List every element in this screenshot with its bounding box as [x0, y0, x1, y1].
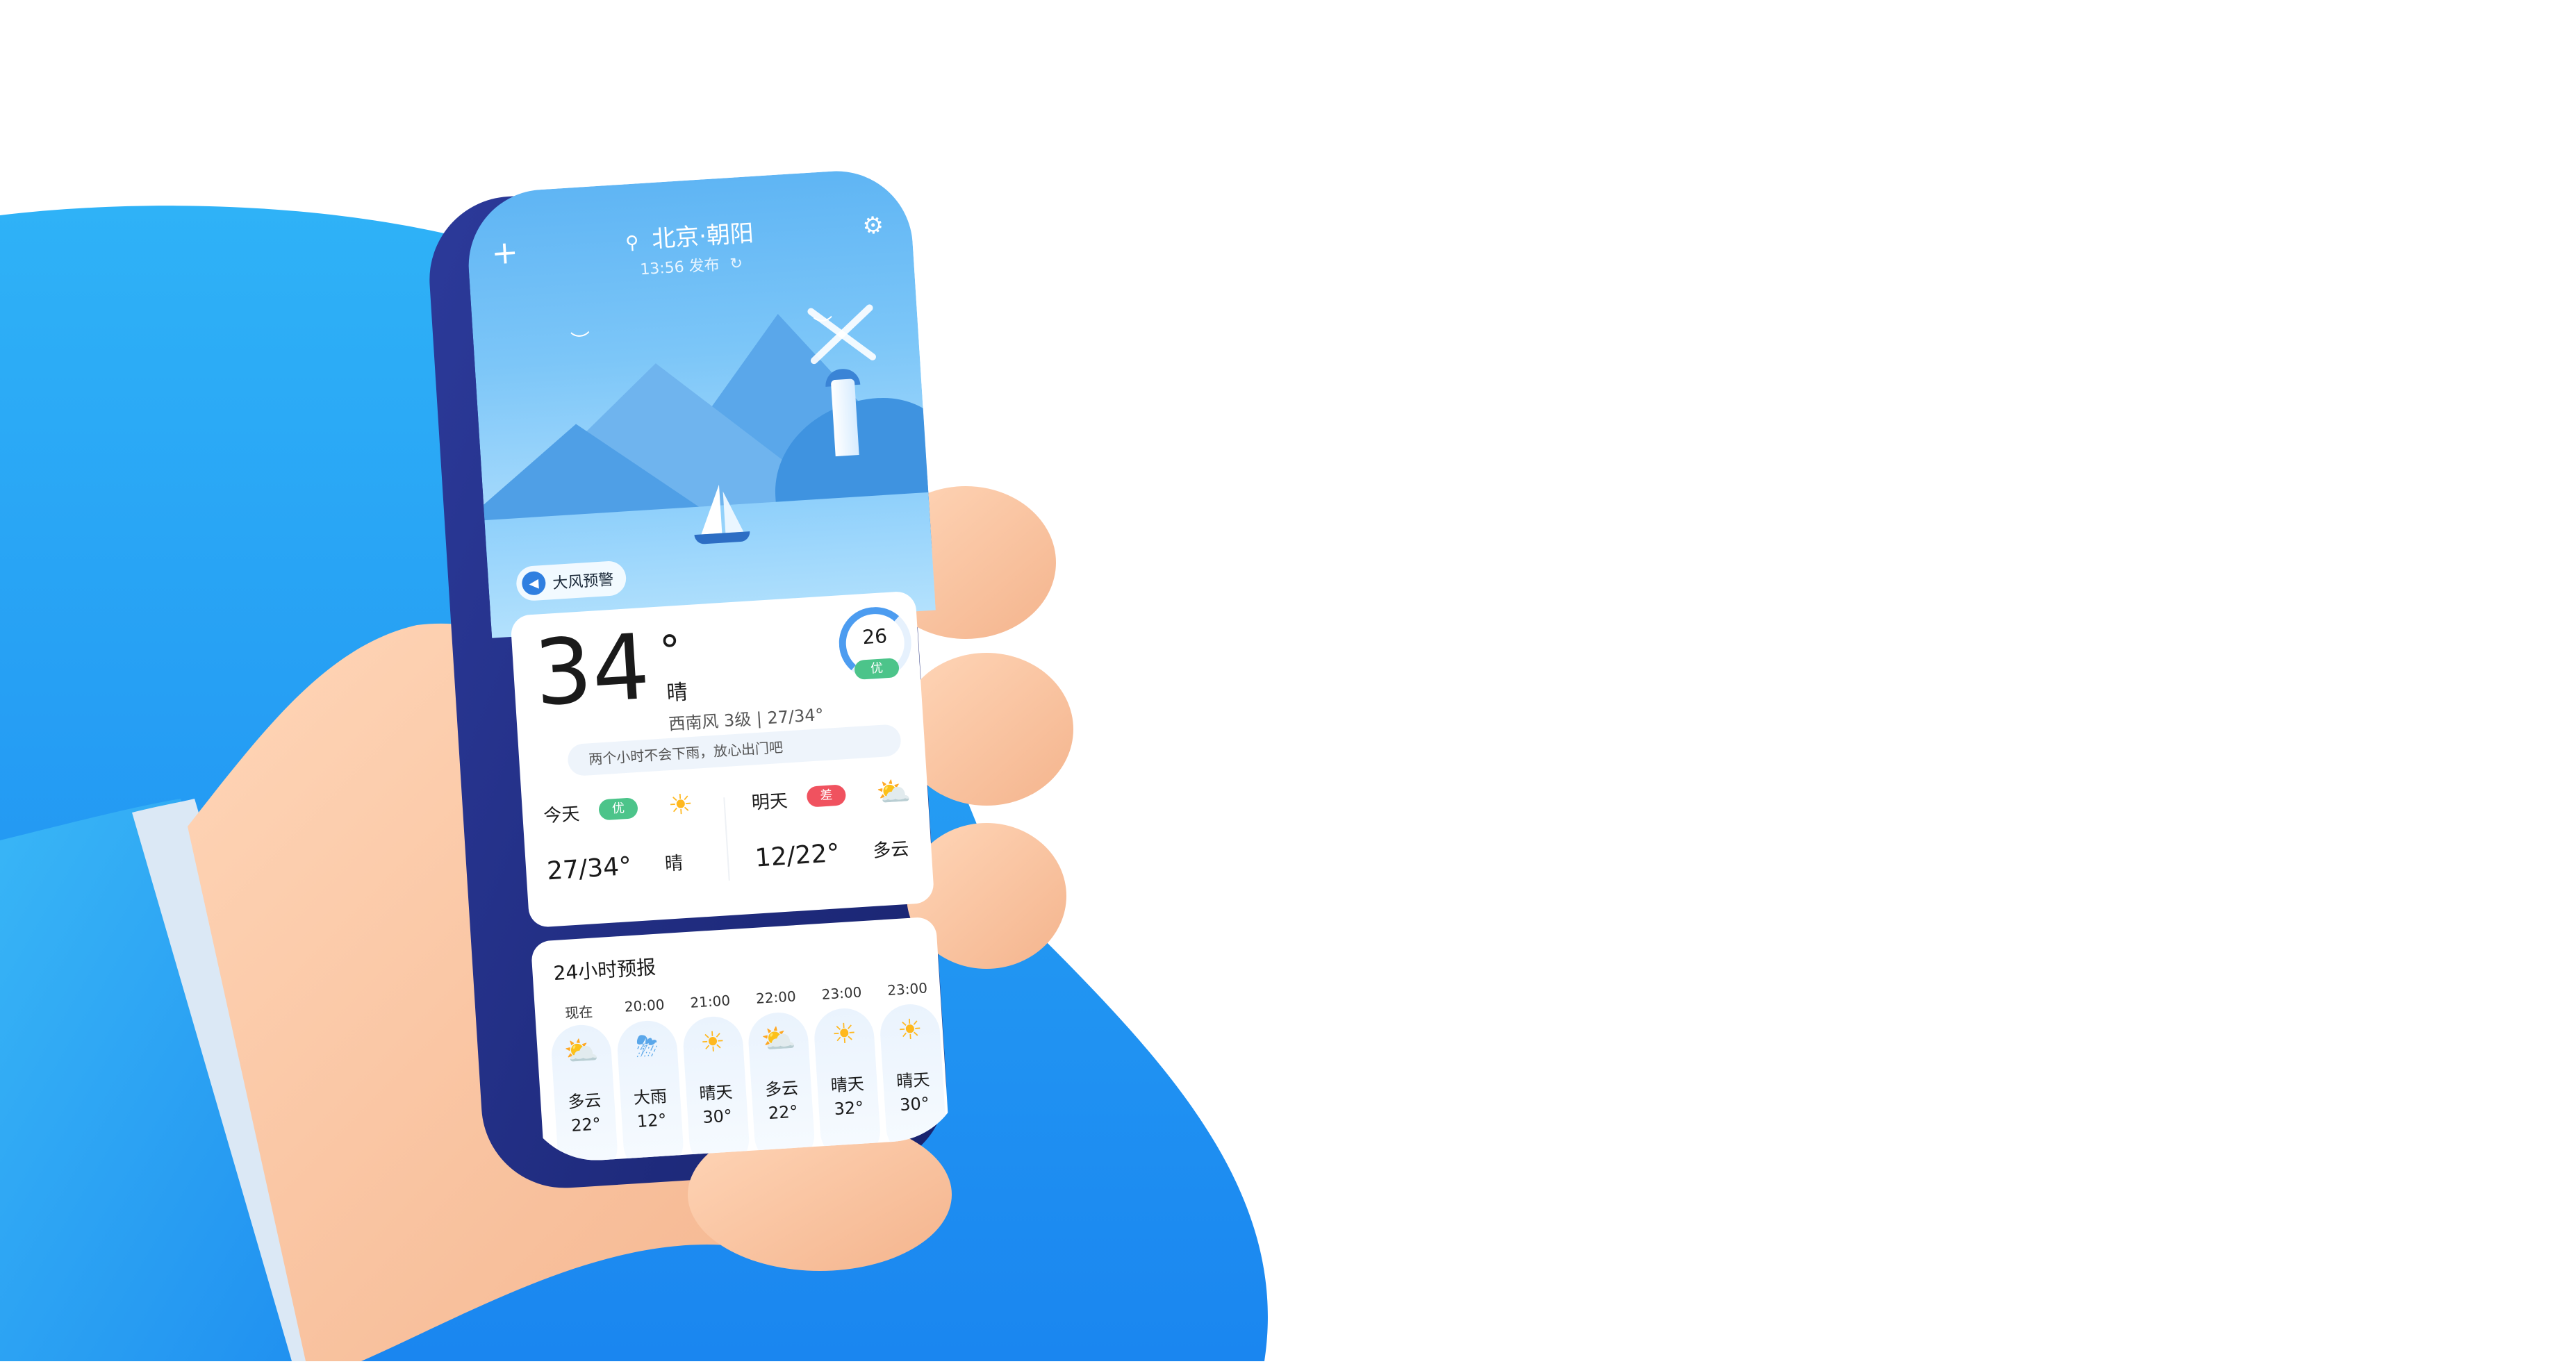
background-scene — [0, 0, 2576, 1361]
hour-weather: 多云 — [567, 1090, 602, 1113]
speaker-icon: ◀ — [521, 570, 547, 596]
hour-item[interactable]: 22:00 ⛅ 多云 22° — [745, 987, 816, 1165]
temp-range: 27/34° — [546, 851, 633, 886]
aqi-badge: 优 — [598, 797, 638, 821]
day-label: 今天 — [543, 804, 581, 827]
partly-cloudy-icon: ⛅ — [760, 1022, 797, 1056]
hourly-forecast-card: 24小时预报 现在 ⛅ 多云 22° 20:00 ⛈ 大雨 12° 21:00 … — [530, 916, 950, 1165]
current-weather-card: 34 ° 晴 西南风 3级 | 27/34° 26 优 两个小时不会下雨，放心出… — [510, 590, 935, 929]
hour-weather: 多云 — [764, 1078, 799, 1100]
hour-temp: 12° — [636, 1110, 668, 1131]
partly-cloudy-icon: ⛅ — [875, 775, 912, 810]
hour-item[interactable]: 23:00 ☀ 晴天 32° — [811, 983, 882, 1163]
city-name: 北京·朝阳 — [651, 219, 755, 254]
day-label: 明天 — [750, 790, 789, 814]
hourly-list[interactable]: 现在 ⛅ 多云 22° 20:00 ⛈ 大雨 12° 21:00 ☀ 晴天 30… — [548, 979, 948, 1165]
hour-time: 22:00 — [755, 988, 797, 1007]
hour-temp: 30° — [899, 1093, 930, 1115]
wind-alert-badge[interactable]: ◀ 大风预警 — [515, 560, 627, 602]
hour-time: 现在 — [564, 1003, 594, 1022]
hour-item[interactable]: 23:00 ☀ 晴天 30° — [877, 979, 948, 1159]
degree-symbol: ° — [658, 626, 683, 676]
hour-weather: 晴天 — [895, 1070, 931, 1092]
sun-icon: ☀ — [896, 1013, 924, 1047]
weather-label: 多云 — [872, 838, 910, 862]
weather-label: 晴 — [664, 853, 684, 875]
hour-time: 23:00 — [820, 983, 862, 1003]
current-condition: 晴 — [666, 680, 688, 706]
hour-temp: 32° — [833, 1097, 865, 1120]
current-temperature: 34 — [531, 613, 653, 726]
forecast-title: 24小时预报 — [552, 955, 657, 985]
heavy-rain-icon: ⛈ — [634, 1029, 659, 1063]
aqi-value: 26 — [861, 624, 888, 649]
hour-weather: 大雨 — [633, 1086, 668, 1108]
hour-item[interactable]: 现在 ⛅ 多云 22° — [548, 999, 620, 1165]
sun-icon: ☀ — [667, 788, 695, 822]
phone-screen: ︶ ︶ + ⚲ 北京·朝阳 13:56 发布 ↻ ⚙ ◀ 大风预警 34 ° 晴… — [464, 166, 969, 1165]
sun-icon: ☀ — [830, 1017, 858, 1051]
divider — [723, 797, 730, 881]
alert-label: 大风预警 — [552, 571, 615, 593]
map-pin-icon: ⚲ — [625, 232, 640, 254]
aqi-badge: 差 — [806, 784, 847, 808]
hour-weather: 晴天 — [829, 1074, 865, 1096]
hour-time: 20:00 — [624, 996, 666, 1015]
refresh-icon[interactable]: ↻ — [729, 255, 743, 273]
aqi-level-badge: 优 — [854, 658, 900, 681]
hour-weather: 晴天 — [698, 1082, 734, 1104]
hour-item[interactable]: 20:00 ⛈ 大雨 12° — [614, 995, 685, 1165]
bird-icon: ︶ — [812, 314, 834, 338]
hour-temp: 30° — [702, 1106, 733, 1128]
rain-tip: 两个小时不会下雨，放心出门吧 — [567, 724, 902, 777]
tomorrow-summary[interactable]: 明天 差 ⛅ 12/22° 多云 — [729, 772, 924, 901]
partly-cloudy-icon: ⛅ — [563, 1034, 600, 1069]
hour-time: 23:00 — [886, 979, 928, 999]
hour-item[interactable]: 21:00 ☀ 晴天 30° — [680, 991, 751, 1165]
hour-temp: 22° — [768, 1101, 799, 1124]
background-illustration — [0, 177, 1268, 1361]
temp-range: 12/22° — [754, 838, 841, 873]
today-summary[interactable]: 今天 优 ☀ 27/34° 晴 — [522, 785, 716, 915]
bird-icon: ︶ — [570, 329, 591, 354]
hour-time: 21:00 — [689, 992, 731, 1011]
hour-temp: 22° — [570, 1114, 602, 1136]
sun-icon: ☀ — [699, 1025, 727, 1060]
gear-icon[interactable]: ⚙ — [861, 211, 884, 240]
